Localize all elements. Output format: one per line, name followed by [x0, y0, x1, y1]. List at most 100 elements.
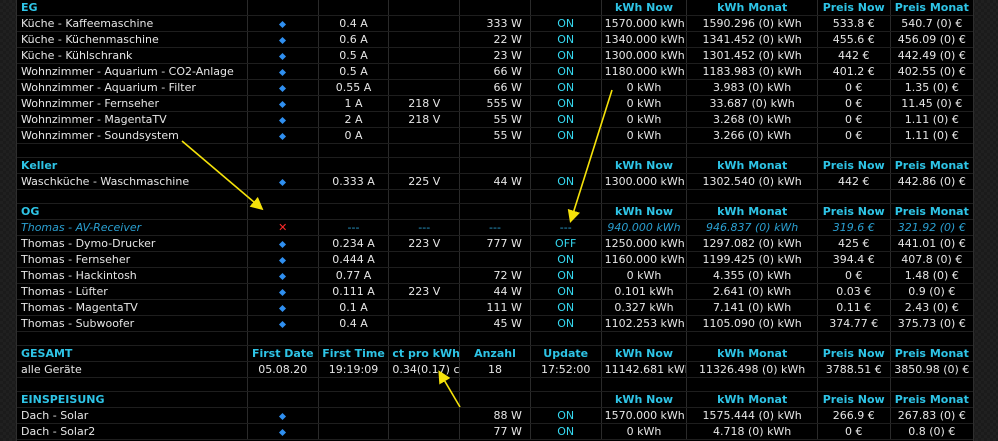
header-empty	[318, 391, 390, 408]
kwh-month-value: 1105.090 (0) kWh	[686, 315, 818, 332]
device-name[interactable]: Küche - Kühlschrank	[17, 47, 248, 64]
total-first-time: 19:19:09	[318, 361, 390, 378]
price-month-value: 1.35 (0) €	[890, 79, 973, 96]
switch-status[interactable]: ON	[530, 299, 602, 316]
kwh-month-value: 3.268 (0) kWh	[686, 111, 818, 128]
price-month-value: 2.43 (0) €	[890, 299, 973, 316]
section-title: GESAMT	[17, 345, 248, 362]
device-row[interactable]: Wohnzimmer - Aquarium - Filter 0.55 A 66 W…	[17, 79, 973, 96]
diamond-icon	[279, 84, 287, 92]
header-empty	[388, 0, 461, 16]
voltage-value	[388, 423, 461, 440]
device-row-inactive[interactable]: Thomas - AV-Receiver ✕ --- --- --- --- 940.000…	[17, 219, 973, 236]
device-name[interactable]: Thomas - Subwoofer	[17, 315, 248, 332]
price-month-value: 402.55 (0) €	[890, 63, 973, 80]
device-name[interactable]: Thomas - Lüfter	[17, 283, 248, 300]
current-value: 0.444 A	[318, 251, 390, 268]
switch-status[interactable]: ON	[530, 127, 602, 144]
device-row[interactable]: Waschküche - Waschmaschine 0.333 A 225 V 44…	[17, 173, 973, 190]
device-name[interactable]: Thomas - Fernseher	[17, 251, 248, 268]
device-row[interactable]: Wohnzimmer - Soundsystem 0 A 55 W ON 0 kWh 3.…	[17, 127, 973, 144]
device-name[interactable]: Waschküche - Waschmaschine	[17, 173, 248, 190]
switch-status[interactable]: ON	[530, 423, 602, 440]
switch-status[interactable]: ON	[530, 31, 602, 48]
power-value: 55 W	[459, 111, 531, 128]
switch-status[interactable]: ON	[530, 63, 602, 80]
device-status-cell	[247, 31, 319, 48]
current-value: 0.333 A	[318, 173, 390, 190]
voltage-value	[388, 15, 461, 32]
price-now-value: 319.6 €	[817, 219, 891, 236]
device-name[interactable]: Dach - Solar	[17, 407, 248, 424]
switch-status[interactable]: ON	[530, 95, 602, 112]
spacer-cell	[817, 377, 891, 392]
total-name: alle Geräte	[17, 361, 248, 378]
switch-status[interactable]: ON	[530, 111, 602, 128]
device-row[interactable]: Küche - Küchenmaschine 0.6 A 22 W ON 1340.00…	[17, 31, 973, 48]
price-now-value: 442 €	[817, 173, 891, 190]
spacer-cell	[890, 377, 973, 392]
device-row[interactable]: Wohnzimmer - MagentaTV 2 A 218 V 55 W ON 0 kW…	[17, 111, 973, 128]
kwh-now-value: 0.327 kWh	[601, 299, 688, 316]
switch-status[interactable]: ON	[530, 47, 602, 64]
device-row[interactable]: Thomas - Dymo-Drucker 0.234 A 223 V 777 W OF…	[17, 235, 973, 252]
device-name[interactable]: Küche - Kaffeemaschine	[17, 15, 248, 32]
device-name[interactable]: Wohnzimmer - Aquarium - CO2-Anlage	[17, 63, 248, 80]
total-count: 18	[459, 361, 531, 378]
voltage-value: 218 V	[388, 111, 461, 128]
price-now-value: 394.4 €	[817, 251, 891, 268]
switch-status[interactable]: ON	[530, 251, 602, 268]
device-name[interactable]: Küche - Küchenmaschine	[17, 31, 248, 48]
diamond-icon	[279, 52, 287, 60]
price-month-value: 0.8 (0) €	[890, 423, 973, 440]
switch-status[interactable]: ON	[530, 407, 602, 424]
price-now-value: 266.9 €	[817, 407, 891, 424]
price-month-value: 0.9 (0) €	[890, 283, 973, 300]
power-value	[459, 251, 531, 268]
switch-status[interactable]: ON	[530, 173, 602, 190]
switch-status[interactable]: ON	[530, 283, 602, 300]
switch-status[interactable]: ON	[530, 315, 602, 332]
switch-status[interactable]: OFF	[530, 235, 602, 252]
device-row[interactable]: Wohnzimmer - Fernseher 1 A 218 V 555 W ON 0 k…	[17, 95, 973, 112]
power-placeholder: ---	[459, 219, 531, 236]
diamond-icon	[279, 428, 287, 436]
header-first-time: First Time	[318, 345, 390, 362]
switch-status[interactable]: ON	[530, 15, 602, 32]
device-name[interactable]: Dach - Solar2	[17, 423, 248, 440]
device-name[interactable]: Thomas - Hackintosh	[17, 267, 248, 284]
device-row[interactable]: Küche - Kaffeemaschine 0.4 A 333 W ON 1570.0…	[17, 15, 973, 32]
device-status-cell	[247, 79, 319, 96]
spacer-row	[17, 377, 973, 392]
power-value: 23 W	[459, 47, 531, 64]
device-name[interactable]: Thomas - AV-Receiver	[17, 219, 248, 236]
device-name[interactable]: Wohnzimmer - MagentaTV	[17, 111, 248, 128]
spacer-cell	[318, 143, 390, 158]
voltage-value	[388, 251, 461, 268]
device-row[interactable]: Dach - Solar2 77 W ON 0 kWh 4.718 (0) kWh 0 €…	[17, 423, 973, 440]
device-row[interactable]: Küche - Kühlschrank 0.5 A 23 W ON 1300.000 k…	[17, 47, 973, 64]
device-name[interactable]: Thomas - MagentaTV	[17, 299, 248, 316]
switch-status[interactable]: ON	[530, 79, 602, 96]
device-row[interactable]: Thomas - Fernseher 0.444 A ON 1160.000 kWh 1…	[17, 251, 973, 268]
spacer-cell	[459, 189, 531, 204]
device-row[interactable]: Thomas - Lüfter 0.111 A 223 V 44 W ON 0.101 k…	[17, 283, 973, 300]
header-empty	[388, 157, 461, 174]
device-row[interactable]: Thomas - Hackintosh 0.77 A 72 W ON 0 kWh 4.35…	[17, 267, 973, 284]
spacer-cell	[459, 331, 531, 346]
voltage-value	[388, 407, 461, 424]
price-month-value: 1.11 (0) €	[890, 111, 973, 128]
device-row[interactable]: Thomas - Subwoofer 0.4 A 45 W ON 1102.253 kW…	[17, 315, 973, 332]
switch-status[interactable]: ON	[530, 267, 602, 284]
device-row[interactable]: Dach - Solar 88 W ON 1570.000 kWh 1575.444 (…	[17, 407, 973, 424]
price-now-value: 401.2 €	[817, 63, 891, 80]
device-row[interactable]: Wohnzimmer - Aquarium - CO2-Anlage 0.5 A 6…	[17, 63, 973, 80]
device-row[interactable]: Thomas - MagentaTV 0.1 A 111 W ON 0.327 kWh 7…	[17, 299, 973, 316]
device-name[interactable]: Wohnzimmer - Soundsystem	[17, 127, 248, 144]
device-name[interactable]: Thomas - Dymo-Drucker	[17, 235, 248, 252]
header-empty	[459, 0, 531, 16]
header-price-month: Preis Monat	[890, 203, 973, 220]
spacer-cell	[318, 331, 390, 346]
device-name[interactable]: Wohnzimmer - Fernseher	[17, 95, 248, 112]
device-name[interactable]: Wohnzimmer - Aquarium - Filter	[17, 79, 248, 96]
